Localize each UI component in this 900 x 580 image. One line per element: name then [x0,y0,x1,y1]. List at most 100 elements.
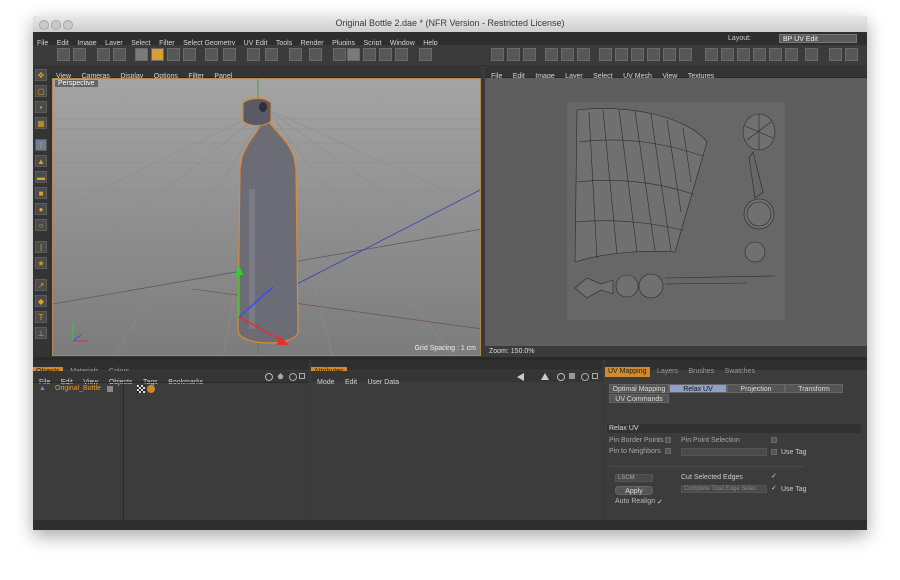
section-separator [609,466,805,467]
use-tag-label-1: Use Tag [781,449,807,456]
uv-tool-19-icon[interactable] [805,48,818,61]
uv-tool-2-icon[interactable] [507,48,520,61]
apply-button[interactable]: Apply [615,486,653,495]
swatch-icon[interactable]: ◆ [35,295,47,307]
attributes-search-icon[interactable] [557,373,565,381]
render-settings-icon[interactable] [265,48,278,61]
subtab-relax-uv[interactable]: Relax UV [669,384,727,393]
uv-tool-16-icon[interactable] [753,48,766,61]
cube-icon[interactable] [289,48,302,61]
settings-icon[interactable] [581,373,589,381]
tab-brushes[interactable]: Brushes [685,367,717,377]
uv-tool-13-icon[interactable] [705,48,718,61]
search-icon[interactable] [265,373,273,381]
uv-tool-9-icon[interactable] [631,48,644,61]
uv-tool-21-icon[interactable] [845,48,858,61]
uv-mapping-panel: UV Mapping Layers Brushes Swatches Optim… [605,360,867,520]
snap-icon[interactable] [419,48,432,61]
eyedropper-icon[interactable]: ↗ [35,279,47,291]
uv-tool-20-icon[interactable] [829,48,842,61]
magnify-icon[interactable]: ○ [35,219,47,231]
checker-icon[interactable]: ▦ [35,117,47,129]
pin-to-neighbors-checkbox[interactable] [665,448,671,454]
uv-tool-4-icon[interactable] [545,48,558,61]
uv-mode-icon[interactable] [395,48,408,61]
stamp-icon[interactable]: ▲ [35,155,47,167]
attributes-menu-user-data[interactable]: User Data [367,379,399,386]
uv-tool-8-icon[interactable] [615,48,628,61]
uv-tool-5-icon[interactable] [561,48,574,61]
uv-tool-15-icon[interactable] [737,48,750,61]
star-icon[interactable]: ★ [35,257,47,269]
lock-icon[interactable] [569,373,575,379]
scale-icon[interactable] [151,48,164,61]
object-list-area[interactable] [33,382,309,521]
subtab-projection[interactable]: Projection [727,384,785,393]
coordinate-system-icon[interactable] [223,48,236,61]
fill-icon[interactable]: ■ [35,187,47,199]
line-tool-icon[interactable]: | [35,241,47,253]
attributes-menu-edit[interactable]: Edit [345,379,357,386]
uv-tool-12-icon[interactable] [679,48,692,61]
uv-tool-6-icon[interactable] [577,48,590,61]
render-view-icon[interactable] [247,48,260,61]
rotate-icon[interactable] [167,48,180,61]
attributes-menu-mode[interactable]: Mode [317,379,335,386]
uv-editor-menu-bar: File Edit Image Layer Select UV Mesh Vie… [485,65,867,80]
use-tag-checkbox-1[interactable] [771,449,777,455]
cut-selected-edges-check-icon[interactable]: ✓ [771,472,777,480]
pin-border-points-checkbox[interactable] [665,437,671,443]
selection-tag-field[interactable] [681,448,767,456]
filter-icon[interactable] [289,373,297,381]
make-editable-icon[interactable]: ✥ [35,69,47,81]
up-arrow-icon[interactable] [541,373,549,380]
workplane-icon[interactable]: • [35,101,47,113]
render-region-icon[interactable] [309,48,322,61]
new-window-icon[interactable] [299,373,305,379]
tab-swatches[interactable]: Swatches [722,367,758,377]
uv-tool-7-icon[interactable] [599,48,612,61]
uv-texture-canvas[interactable] [567,102,785,320]
uv-tool-17-icon[interactable] [769,48,782,61]
text-tool-icon[interactable]: T [35,311,47,323]
uv-tool-18-icon[interactable] [785,48,798,61]
brush-icon[interactable]: / [35,139,47,151]
live-select-icon[interactable] [97,48,110,61]
camera-label[interactable]: Perspective [55,80,98,87]
render-active-icon[interactable] [333,48,346,61]
recent-tools-icon[interactable] [183,48,196,61]
subtab-transform[interactable]: Transform [785,384,843,393]
tab-uv-mapping[interactable]: UV Mapping [605,367,650,377]
subtab-optimal-mapping[interactable]: Optimal Mapping [609,384,669,393]
selection-icon[interactable] [113,48,126,61]
undo-icon[interactable] [57,48,70,61]
method-select[interactable]: LSCM [615,474,653,482]
uv-editor-viewport[interactable] [485,78,867,346]
polygons-mode-icon[interactable] [379,48,392,61]
subtab-uv-commands[interactable]: UV Commands [609,394,669,403]
use-tag-check-icon-2[interactable]: ✓ [771,484,777,492]
layout-select[interactable]: BP UV Edit [779,34,857,43]
attributes-new-window-icon[interactable] [592,373,598,379]
uv-tool-1-icon[interactable] [491,48,504,61]
redo-icon[interactable] [73,48,86,61]
points-mode-icon[interactable] [347,48,360,61]
measure-icon[interactable]: ⊥ [35,327,47,339]
uv-tool-11-icon[interactable] [663,48,676,61]
zoom-level: Zoom: 150.0% [485,347,867,357]
back-arrow-icon[interactable] [517,373,524,381]
uv-tool-14-icon[interactable] [721,48,734,61]
pin-point-selection-checkbox[interactable] [771,437,777,443]
texture-mode-icon[interactable]: ▢ [35,85,47,97]
uv-tool-10-icon[interactable] [647,48,660,61]
uv-tool-3-icon[interactable] [523,48,536,61]
axis-x-icon[interactable] [205,48,218,61]
auto-realign-check-icon[interactable]: ✓ [657,498,663,506]
complete-total-edge-field[interactable]: Complete Total Edge Selec [681,485,767,493]
move-icon[interactable] [135,48,148,61]
eraser-icon[interactable]: ▬ [35,171,47,183]
smudge-icon[interactable]: ● [35,203,47,215]
tab-layers[interactable]: Layers [654,367,681,377]
edges-mode-icon[interactable] [363,48,376,61]
perspective-viewport[interactable]: Perspective Grid Spacing : 1 cm [52,78,481,356]
